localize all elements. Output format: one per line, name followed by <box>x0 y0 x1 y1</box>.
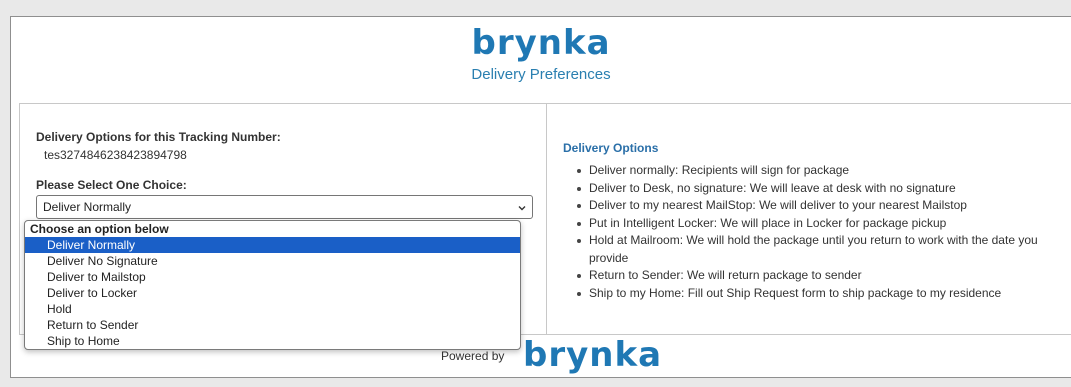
list-item: Put in Intelligent Locker: We will place… <box>577 215 1061 233</box>
dropdown-group-label: Choose an option below <box>30 222 169 236</box>
bullet-icon <box>577 291 581 296</box>
delivery-options-list: Deliver normally: Recipients will sign f… <box>577 162 1061 302</box>
option-deliver-normally[interactable]: Deliver Normally <box>25 237 520 253</box>
option-return-to-sender[interactable]: Return to Sender <box>25 317 520 333</box>
delivery-options-title: Delivery Options <box>563 141 659 155</box>
powered-by-label: Powered by <box>441 349 505 363</box>
choice-label: Please Select One Choice: <box>36 178 187 192</box>
option-deliver-no-signature[interactable]: Deliver No Signature <box>25 253 520 269</box>
list-item: Deliver to Desk, no signature: We will l… <box>577 180 1061 198</box>
brand-logo: brynka <box>471 23 611 63</box>
bullet-icon <box>577 274 581 278</box>
chevron-down-icon <box>518 206 526 211</box>
list-item: Deliver normally: Recipients will sign f… <box>577 162 1061 180</box>
option-deliver-to-mailstop[interactable]: Deliver to Mailstop <box>25 269 520 285</box>
bullet-icon <box>577 221 581 226</box>
delivery-options-panel: Delivery Options Deliver normally: Recip… <box>546 103 1071 335</box>
select-value: Deliver Normally <box>43 200 132 214</box>
option-deliver-to-locker[interactable]: Deliver to Locker <box>25 285 520 301</box>
delivery-choice-select[interactable]: Deliver Normally <box>36 195 533 219</box>
tracking-number: tes3274846238423894798 <box>44 148 187 162</box>
tracking-number-label: Delivery Options for this Tracking Numbe… <box>36 130 281 144</box>
list-item: Hold at Mailroom: We will hold the packa… <box>577 232 1061 267</box>
page-title: Delivery Preferences <box>471 66 611 83</box>
option-hold[interactable]: Hold <box>25 301 520 317</box>
header: brynka Delivery Preferences <box>11 17 1071 103</box>
list-item: Return to Sender: We will return package… <box>577 267 1061 285</box>
delivery-choice-dropdown[interactable]: Choose an option below Deliver Normally … <box>24 220 521 350</box>
bullet-icon <box>577 204 581 208</box>
bullet-icon <box>577 239 581 243</box>
option-ship-to-home[interactable]: Ship to Home <box>25 333 520 349</box>
bullet-icon <box>577 169 581 173</box>
footer-logo: brynka <box>523 335 663 375</box>
bullet-icon <box>577 186 581 191</box>
list-item: Ship to my Home: Fill out Ship Request f… <box>577 285 1061 303</box>
list-item: Deliver to my nearest MailStop: We will … <box>577 197 1061 215</box>
